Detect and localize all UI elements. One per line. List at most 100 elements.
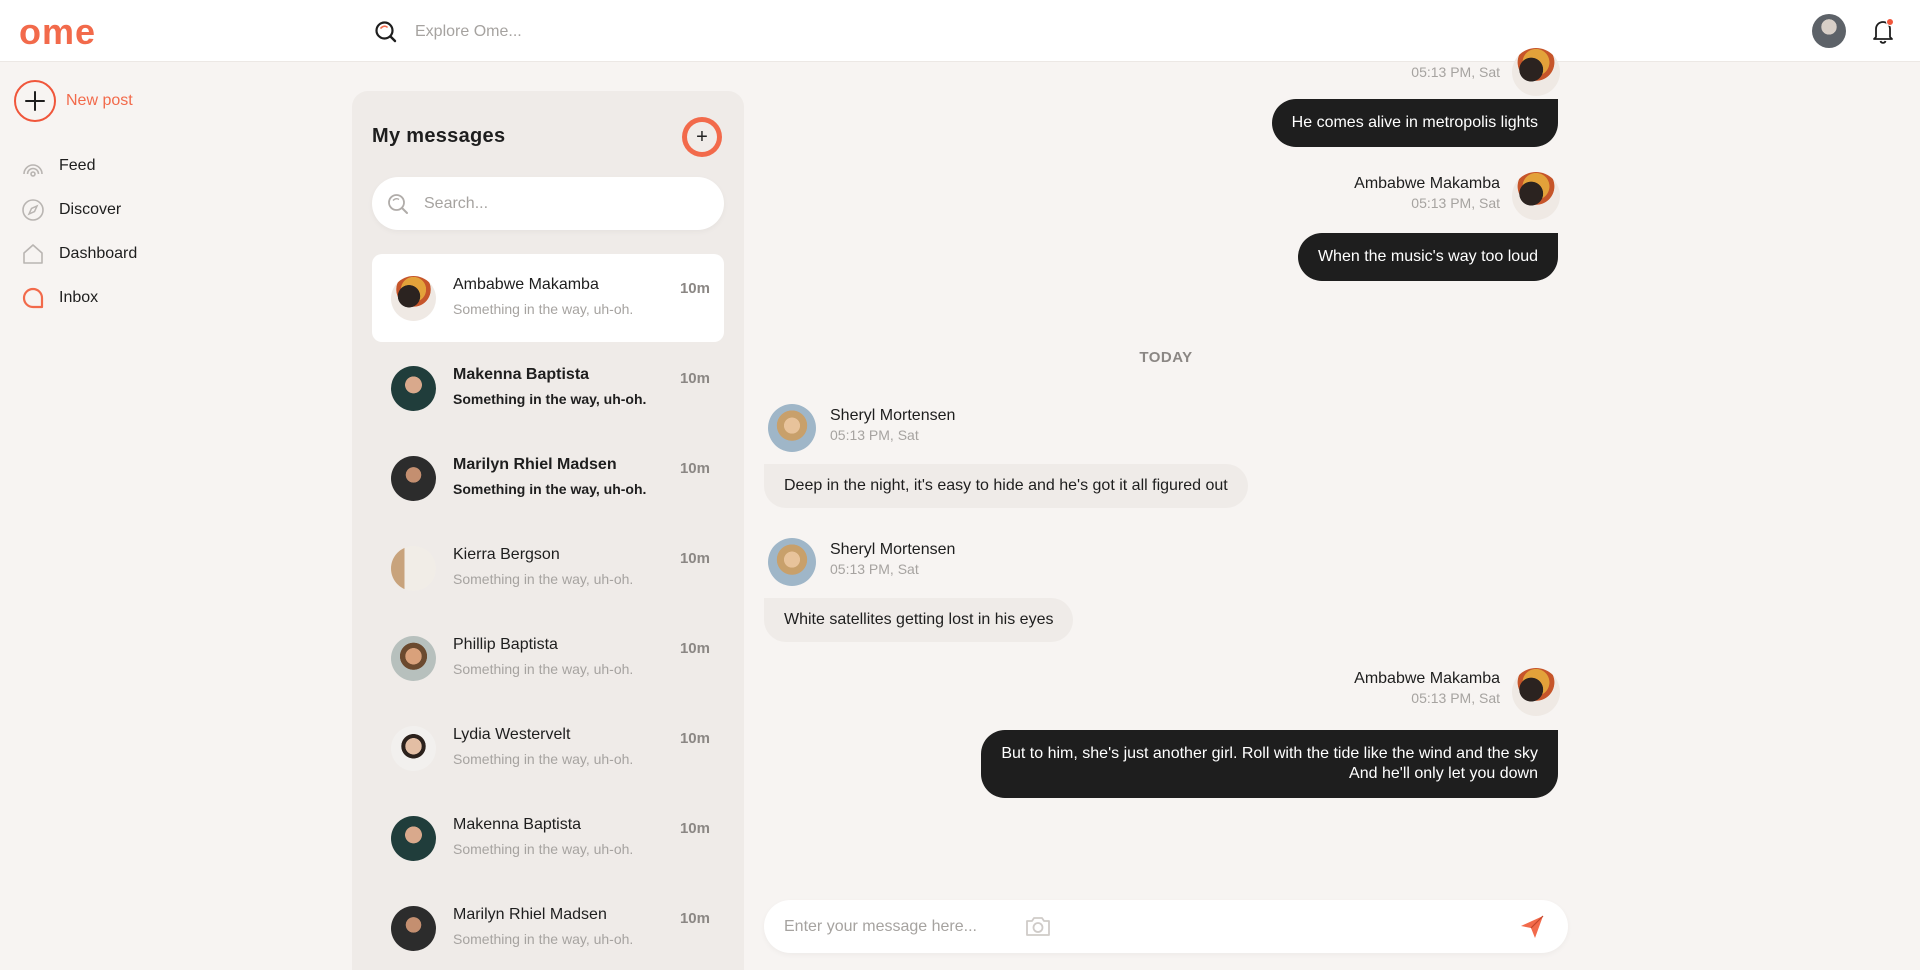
feed-icon bbox=[20, 153, 46, 179]
app-logo[interactable]: ome bbox=[19, 12, 96, 52]
message-bubble: But to him, she's just another girl. Rol… bbox=[981, 730, 1558, 798]
message-line: And he'll only let you down bbox=[1349, 765, 1538, 782]
camera-icon[interactable] bbox=[1024, 914, 1052, 938]
conversation-time: 10m bbox=[679, 460, 710, 477]
message-time: 05:13 PM, Sat bbox=[1411, 195, 1500, 211]
sidebar-item-discover[interactable]: Discover bbox=[20, 198, 137, 222]
messages-search-input[interactable] bbox=[424, 194, 704, 213]
conversation-item[interactable]: Makenna Baptista Something in the way, u… bbox=[372, 794, 724, 882]
sidebar-item-label: Inbox bbox=[59, 289, 99, 306]
sidebar-item-dashboard[interactable]: Dashboard bbox=[20, 242, 137, 266]
message-composer bbox=[764, 900, 1568, 953]
sidebar-item-label: Dashboard bbox=[59, 245, 138, 262]
message-meta: Sheryl Mortensen 05:13 PM, Sat bbox=[830, 541, 955, 577]
avatar bbox=[391, 906, 436, 951]
message-meta: Ambabwe Makamba 05:13 PM, Sat bbox=[1354, 670, 1500, 706]
message-input[interactable] bbox=[784, 917, 1004, 936]
conversation-item[interactable]: Makenna Baptista Something in the way, u… bbox=[372, 344, 724, 432]
top-bar: ome bbox=[0, 0, 1920, 62]
avatar bbox=[391, 456, 436, 501]
avatar bbox=[768, 538, 816, 586]
explore-search bbox=[373, 18, 973, 46]
avatar bbox=[1512, 668, 1560, 716]
sidebar-item-feed[interactable]: Feed bbox=[20, 154, 137, 178]
conversation-preview: Something in the way, uh-oh. bbox=[453, 751, 634, 767]
new-post-button[interactable]: New post bbox=[14, 80, 133, 122]
sidebar-item-label: Feed bbox=[59, 157, 96, 174]
message-meta: Sheryl Mortensen 05:13 PM, Sat bbox=[830, 407, 955, 443]
conversation-item[interactable]: Kierra Bergson Something in the way, uh-… bbox=[372, 524, 724, 612]
conversation-name: Lydia Westervelt bbox=[453, 726, 571, 743]
avatar bbox=[391, 546, 436, 591]
message-line: But to him, she's just another girl. Rol… bbox=[1001, 745, 1538, 762]
explore-search-input[interactable] bbox=[415, 23, 815, 41]
conversation-item[interactable]: Ambabwe Makamba Something in the way, uh… bbox=[372, 254, 724, 342]
new-post-label: New post bbox=[66, 92, 133, 109]
conversation-item[interactable]: Marilyn Rhiel Madsen Something in the wa… bbox=[372, 434, 724, 522]
send-icon[interactable] bbox=[1519, 914, 1545, 940]
conversation-time: 10m bbox=[679, 280, 710, 297]
conversation-item[interactable]: Lydia Westervelt Something in the way, u… bbox=[372, 704, 724, 792]
avatar bbox=[391, 816, 436, 861]
conversation-preview: Something in the way, uh-oh. bbox=[453, 841, 634, 857]
message-meta: 05:13 PM, Sat bbox=[1411, 62, 1500, 80]
search-icon bbox=[388, 193, 408, 214]
avatar bbox=[391, 726, 436, 771]
messages-search bbox=[372, 177, 724, 230]
conversation-preview: Something in the way, uh-oh. bbox=[453, 931, 634, 947]
message-time: 05:13 PM, Sat bbox=[1411, 64, 1500, 80]
avatar bbox=[1512, 48, 1560, 96]
conversation-time: 10m bbox=[679, 730, 710, 747]
message-meta: Ambabwe Makamba 05:13 PM, Sat bbox=[1354, 175, 1500, 211]
day-separator: TODAY bbox=[1139, 349, 1193, 366]
conversation-preview: Something in the way, uh-oh. bbox=[453, 301, 634, 317]
plus-icon bbox=[14, 80, 56, 122]
home-icon bbox=[20, 241, 46, 267]
plus-icon: + bbox=[687, 122, 717, 152]
conversation-time: 10m bbox=[679, 550, 710, 567]
conversation-item[interactable]: Marilyn Rhiel Madsen Something in the wa… bbox=[372, 884, 724, 970]
sidebar-item-label: Discover bbox=[59, 201, 122, 218]
conversation-name: Marilyn Rhiel Madsen bbox=[453, 906, 607, 923]
avatar bbox=[391, 366, 436, 411]
conversation-time: 10m bbox=[679, 370, 710, 387]
message-sender: Sheryl Mortensen bbox=[830, 407, 956, 424]
conversation-preview: Something in the way, uh-oh. bbox=[453, 391, 647, 407]
compass-icon bbox=[20, 197, 46, 223]
message-sender: Sheryl Mortensen bbox=[830, 541, 956, 558]
conversation-time: 10m bbox=[679, 640, 710, 657]
message-time: 05:13 PM, Sat bbox=[830, 427, 919, 443]
message-time: 05:13 PM, Sat bbox=[830, 561, 919, 577]
messages-panel: My messages + Ambabwe Makamba Something … bbox=[352, 91, 744, 970]
conversation-preview: Something in the way, uh-oh. bbox=[453, 661, 634, 677]
conversation-item[interactable]: Phillip Baptista Something in the way, u… bbox=[372, 614, 724, 702]
chat-area: 05:13 PM, Sat He comes alive in metropol… bbox=[744, 48, 1920, 970]
conversation-name: Ambabwe Makamba bbox=[453, 276, 599, 293]
conversation-preview: Something in the way, uh-oh. bbox=[453, 571, 634, 587]
conversation-name: Phillip Baptista bbox=[453, 636, 558, 653]
avatar bbox=[391, 636, 436, 681]
sidebar-nav: Feed Discover Dashboard Inbox bbox=[20, 154, 137, 330]
conversation-name: Kierra Bergson bbox=[453, 546, 560, 563]
conversation-list: Ambabwe Makamba Something in the way, uh… bbox=[372, 254, 724, 970]
message-bubble: He comes alive in metropolis lights bbox=[1271, 99, 1558, 147]
new-message-button[interactable]: + bbox=[682, 117, 722, 157]
message-bubble: White satellites getting lost in his eye… bbox=[764, 598, 1074, 642]
conversation-time: 10m bbox=[679, 820, 710, 837]
avatar bbox=[391, 276, 436, 321]
conversation-name: Marilyn Rhiel Madsen bbox=[453, 456, 617, 473]
message-time: 05:13 PM, Sat bbox=[1411, 690, 1500, 706]
inbox-icon bbox=[20, 285, 46, 311]
avatar bbox=[1512, 172, 1560, 220]
message-bubble: When the music's way too loud bbox=[1297, 233, 1558, 281]
conversation-preview: Something in the way, uh-oh. bbox=[453, 481, 647, 497]
message-sender: Ambabwe Makamba bbox=[1354, 175, 1500, 192]
search-icon bbox=[375, 21, 397, 43]
conversation-name: Makenna Baptista bbox=[453, 366, 590, 383]
message-sender: Ambabwe Makamba bbox=[1354, 670, 1500, 687]
notification-dot bbox=[1886, 18, 1894, 26]
user-avatar[interactable] bbox=[1812, 14, 1846, 48]
conversation-name: Makenna Baptista bbox=[453, 816, 582, 833]
sidebar-item-inbox[interactable]: Inbox bbox=[20, 286, 137, 310]
avatar bbox=[768, 404, 816, 452]
